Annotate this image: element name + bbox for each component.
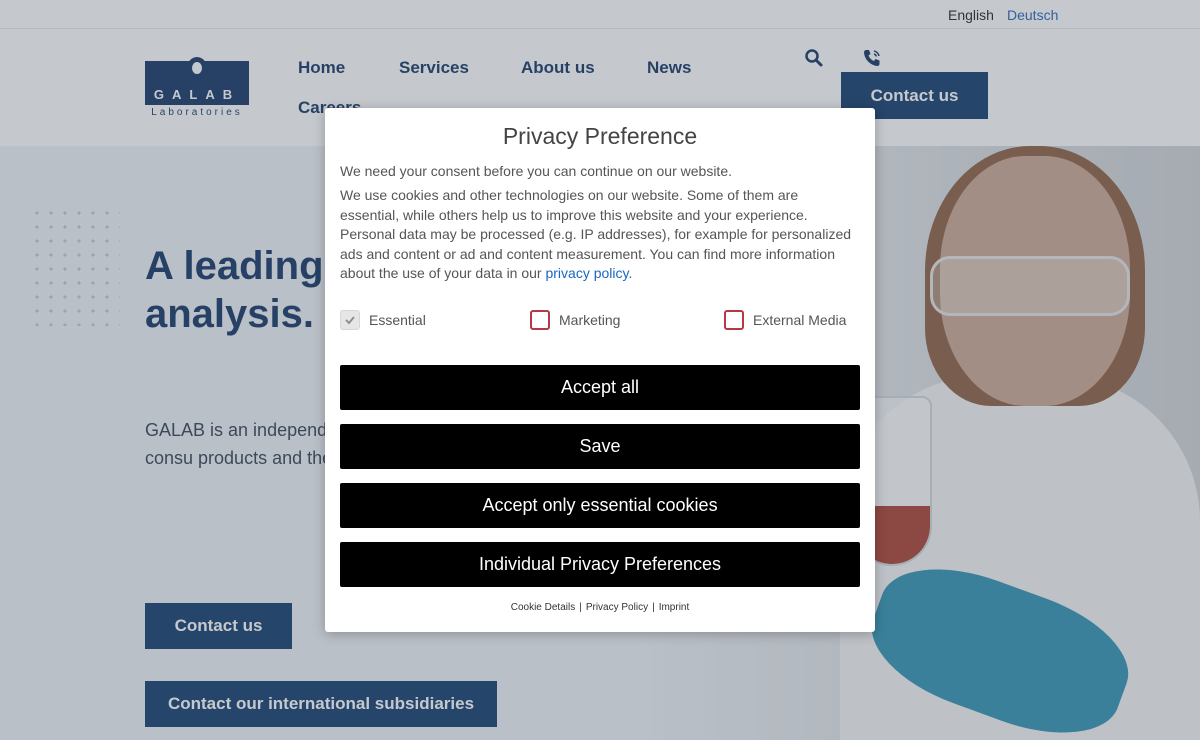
dialog-title: Privacy Preference xyxy=(502,123,698,149)
dialog-footer-links: Cookie Details | Privacy Policy | Imprint xyxy=(510,602,690,613)
checkbox-label: Marketing xyxy=(559,312,621,328)
checkbox-essential[interactable]: Essential xyxy=(340,309,426,331)
accept-all-button[interactable]: Accept all xyxy=(340,365,860,410)
checkmark-icon xyxy=(345,316,355,325)
marketing-checkbox[interactable] xyxy=(530,310,550,330)
cookie-details-link[interactable]: Cookie Details xyxy=(511,602,575,613)
checkbox-label: External Media xyxy=(753,312,847,328)
imprint-link[interactable]: Imprint xyxy=(659,602,690,613)
essential-checkbox[interactable] xyxy=(340,310,360,330)
privacy-policy-link[interactable]: privacy policy xyxy=(545,265,628,281)
individual-preferences-button[interactable]: Individual Privacy Preferences xyxy=(340,542,860,587)
checkbox-external-media[interactable]: External Media xyxy=(724,309,846,331)
dialog-intro: We need your consent before you can cont… xyxy=(340,163,732,179)
save-button[interactable]: Save xyxy=(340,424,860,469)
privacy-dialog: Privacy Preference We need your consent … xyxy=(325,108,875,632)
accept-essential-button[interactable]: Accept only essential cookies xyxy=(340,483,860,528)
dialog-body: We use cookies and other technologies on… xyxy=(340,187,852,281)
checkbox-label: Essential xyxy=(369,312,426,328)
checkbox-marketing[interactable]: Marketing xyxy=(530,309,620,331)
external-media-checkbox[interactable] xyxy=(724,310,744,330)
privacy-policy-footer-link[interactable]: Privacy Policy xyxy=(586,602,648,613)
